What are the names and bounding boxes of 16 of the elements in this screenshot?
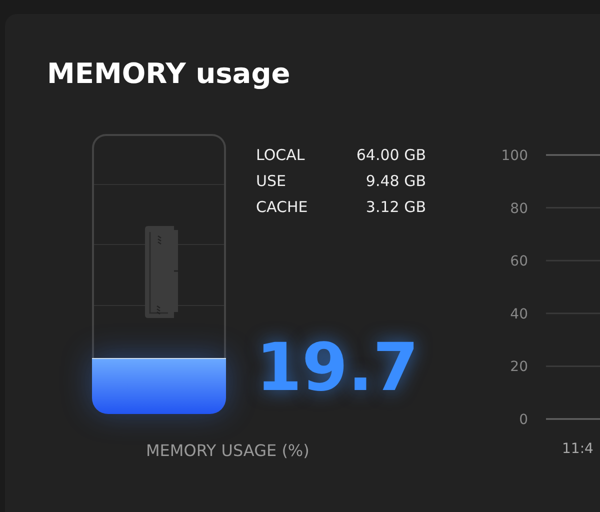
stat-label: USE: [256, 172, 286, 190]
y-tick-label: 60: [510, 254, 528, 270]
stat-value: 64.00 GB: [356, 146, 426, 164]
gauge-caption: MEMORY USAGE (%): [146, 440, 310, 462]
y-tick-label: 100: [501, 148, 528, 164]
stat-value: 9.48 GB: [366, 172, 426, 190]
y-tick-label: 20: [510, 359, 528, 376]
x-tick-label: 11:4: [562, 441, 594, 457]
stat-label: LOCAL: [256, 146, 305, 164]
y-tick-label: 40: [510, 306, 528, 322]
panel-title: MEMORY usage: [46, 56, 292, 92]
y-tick-label: 0: [519, 412, 528, 428]
stat-value: 3.12 GB: [366, 198, 426, 216]
y-tick-label: 80: [510, 200, 528, 217]
stat-label: CACHE: [256, 198, 308, 216]
usage-reading: 19.7: [256, 332, 420, 402]
